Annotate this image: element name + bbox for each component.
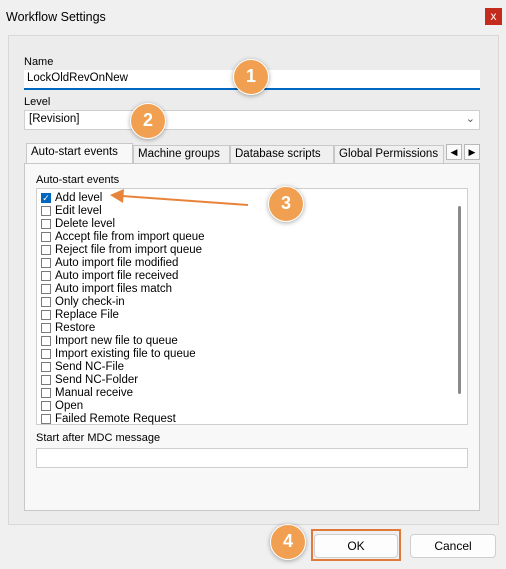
callout-badge-4: 4 bbox=[270, 524, 306, 560]
arrow-head bbox=[110, 189, 124, 203]
callout-badge-3: 3 bbox=[268, 186, 304, 222]
arrow-line bbox=[121, 195, 249, 206]
callout-badge-2: 2 bbox=[130, 103, 166, 139]
callout-badge-1: 1 bbox=[233, 59, 269, 95]
